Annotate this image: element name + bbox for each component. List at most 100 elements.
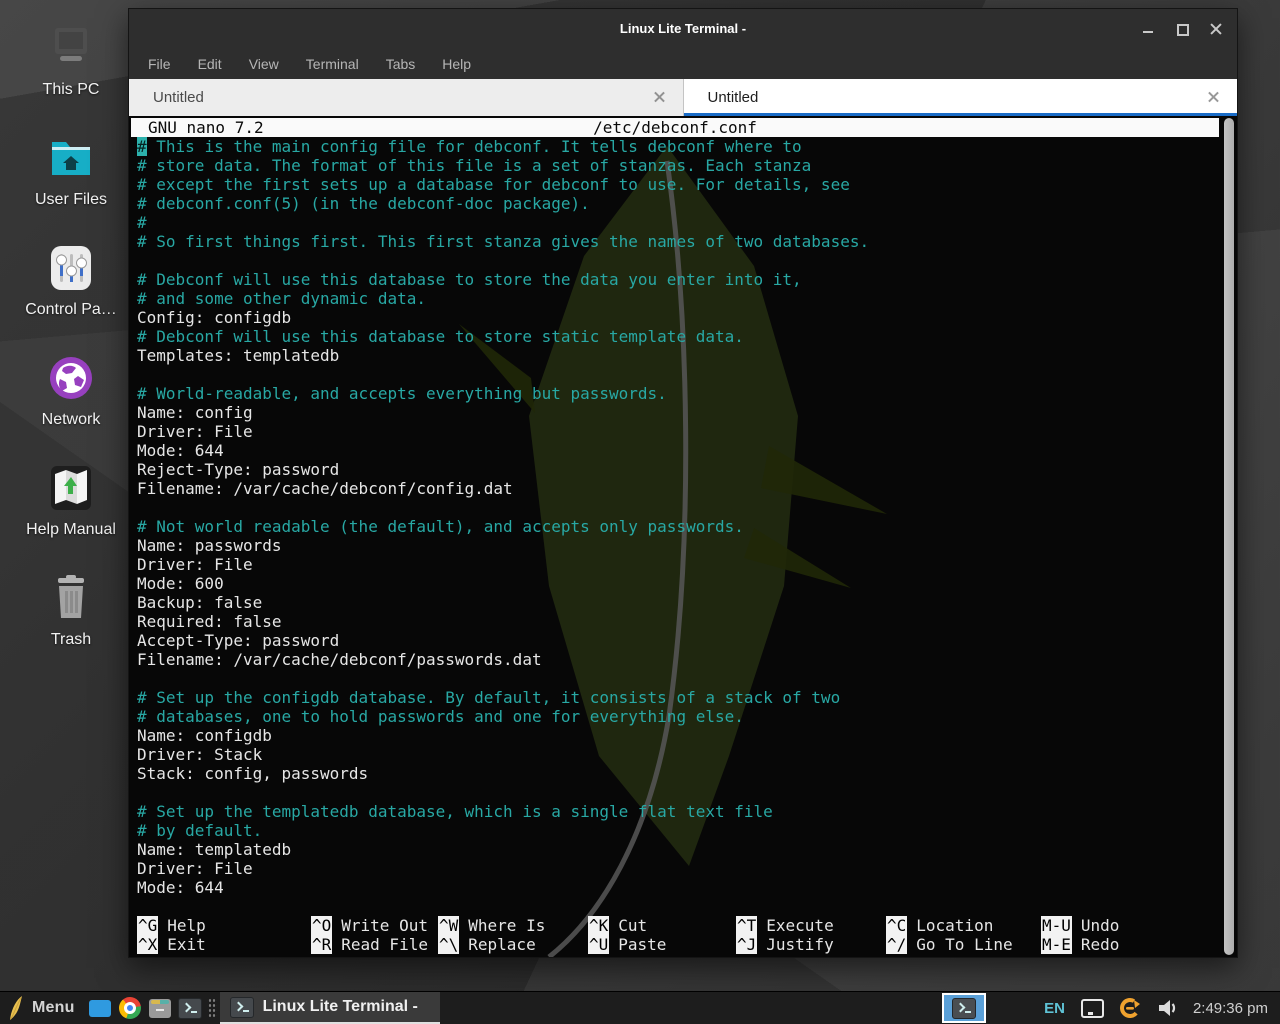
shortcut-key: M-E [1041,935,1072,954]
nano-line: Name: config [137,403,1237,422]
network-globe-icon [16,352,126,404]
file-manager-icon[interactable] [145,992,175,1024]
trash-icon [16,572,126,624]
nano-buffer: # This is the main config file for debco… [129,137,1237,897]
nano-line: Filename: /var/cache/debconf/passwords.d… [137,650,1237,669]
shortcut-label: Read File [341,935,428,954]
menu-edit[interactable]: Edit [198,56,222,72]
window-title: Linux Lite Terminal - [129,9,1237,49]
nano-line: Filename: /var/cache/debconf/config.dat [137,479,1237,498]
nano-line: Driver: File [137,555,1237,574]
desktop-icon-control-panel[interactable]: Control Pa… [16,242,126,319]
nano-line: Templates: templatedb [137,346,1237,365]
task-button-terminal[interactable]: Linux Lite Terminal - [220,992,440,1024]
nano-line: Mode: 600 [137,574,1237,593]
desktop-icon-label: Control Pa… [16,301,126,319]
nano-line: Stack: config, passwords [137,764,1237,783]
chrome-icon[interactable] [115,992,145,1024]
keyboard-language-indicator[interactable]: EN [1044,1000,1065,1017]
taskbar: Menu Linux Lite Terminal - EN 2:4 [0,991,1280,1024]
desktop-icon-trash[interactable]: Trash [16,572,126,649]
terminal-icon [230,997,254,1018]
nano-shortcut: ^TExecute [736,916,886,935]
shortcut-key: M-U [1041,916,1072,935]
shortcut-label: Location [916,916,993,935]
scrollbar-thumb[interactable] [1224,118,1234,955]
desktop-icon-label: Trash [16,631,126,649]
shortcut-label: Where Is [468,916,545,935]
update-icon[interactable] [1118,996,1142,1020]
nano-line: Required: false [137,612,1237,631]
shortcut-label: Paste [618,935,666,954]
nano-shortcut: ^XExit [137,935,311,954]
shortcut-key: ^R [311,935,332,954]
menu-tabs[interactable]: Tabs [386,56,416,72]
nano-shortcut: ^C Location [886,916,1041,935]
nano-line: Name: templatedb [137,840,1237,859]
shortcut-label: Undo [1081,916,1120,935]
menu-view[interactable]: View [249,56,279,72]
nano-line: # by default. [137,821,1237,840]
clock[interactable]: 2:49:36 pm [1193,1000,1268,1017]
task-button-label: Linux Lite Terminal - [263,998,418,1016]
shortcut-key: ^U [588,935,609,954]
terminal-icon[interactable] [175,992,205,1024]
tab-untitled-1[interactable]: Untitled [129,79,684,116]
linux-lite-logo-icon [8,995,24,1021]
window-icon[interactable] [85,992,115,1024]
maximize-button[interactable] [1175,22,1189,36]
menu-terminal[interactable]: Terminal [306,56,359,72]
nano-line: # store data. The format of this file is… [137,156,1237,175]
nano-shortcut: ^/Go To Line [886,935,1041,954]
minimize-button[interactable] [1141,22,1155,36]
nano-shortcut: ^\Replace [438,935,588,954]
desktop: { "colors": { "comment_teal": "#28a8a4",… [0,0,1280,1024]
tab-label: Untitled [153,89,654,106]
nano-line: # [137,213,1237,232]
nano-line: Driver: Stack [137,745,1237,764]
nano-line: # World-readable, and accepts everything… [137,384,1237,403]
nano-shortcut: M-ERedo [1041,935,1219,954]
nano-line: Driver: File [137,422,1237,441]
control-panel-icon [16,242,126,294]
nano-line [137,251,1237,270]
nano-line: # This is the main config file for debco… [137,137,1237,156]
help-manual-icon [16,462,126,514]
shortcut-key: ^/ [886,935,907,954]
shortcut-key: ^T [736,916,757,935]
nano-line: Mode: 644 [137,441,1237,460]
shortcut-label: Write Out [341,916,428,935]
tab-close-icon[interactable] [1208,92,1219,103]
menu-file[interactable]: File [148,56,171,72]
start-menu-label: Menu [32,999,75,1017]
nano-line: # Debconf will use this database to stor… [137,270,1237,289]
tab-untitled-2-active[interactable]: Untitled [684,79,1238,116]
tab-label: Untitled [708,89,1209,106]
volume-icon[interactable] [1157,998,1179,1018]
nano-line: Config: configdb [137,308,1237,327]
nano-line [137,498,1237,517]
nano-line: Name: configdb [137,726,1237,745]
shortcut-label: Replace [468,935,535,954]
nano-line [137,783,1237,802]
keyboard-layout-icon[interactable] [1081,999,1104,1018]
desktop-icon-user-files[interactable]: User Files [16,132,126,209]
window-titlebar[interactable]: Linux Lite Terminal - [129,9,1237,49]
menu-help[interactable]: Help [442,56,471,72]
desktop-icon-help-manual[interactable]: Help Manual [16,462,126,539]
nano-titlebar: GNU nano 7.2 /etc/debconf.conf [131,118,1219,137]
start-menu-button[interactable]: Menu [0,992,85,1024]
tab-close-icon[interactable] [654,92,665,103]
nano-line: Driver: File [137,859,1237,878]
nano-shortcut: ^U Paste [588,935,736,954]
tab-bar: Untitled Untitled [129,79,1237,116]
nano-shortcut: M-U Undo [1041,916,1219,935]
taskbar-handle[interactable] [208,998,217,1018]
desktop-icon-network[interactable]: Network [16,352,126,429]
terminal-viewport[interactable]: GNU nano 7.2 /etc/debconf.conf # This is… [129,116,1237,957]
desktop-icon-this-pc[interactable]: This PC [16,22,126,99]
shortcut-key: ^K [588,916,609,935]
shortcut-key: ^C [886,916,907,935]
terminal-tray-icon[interactable] [942,993,986,1023]
close-button[interactable] [1209,22,1223,36]
